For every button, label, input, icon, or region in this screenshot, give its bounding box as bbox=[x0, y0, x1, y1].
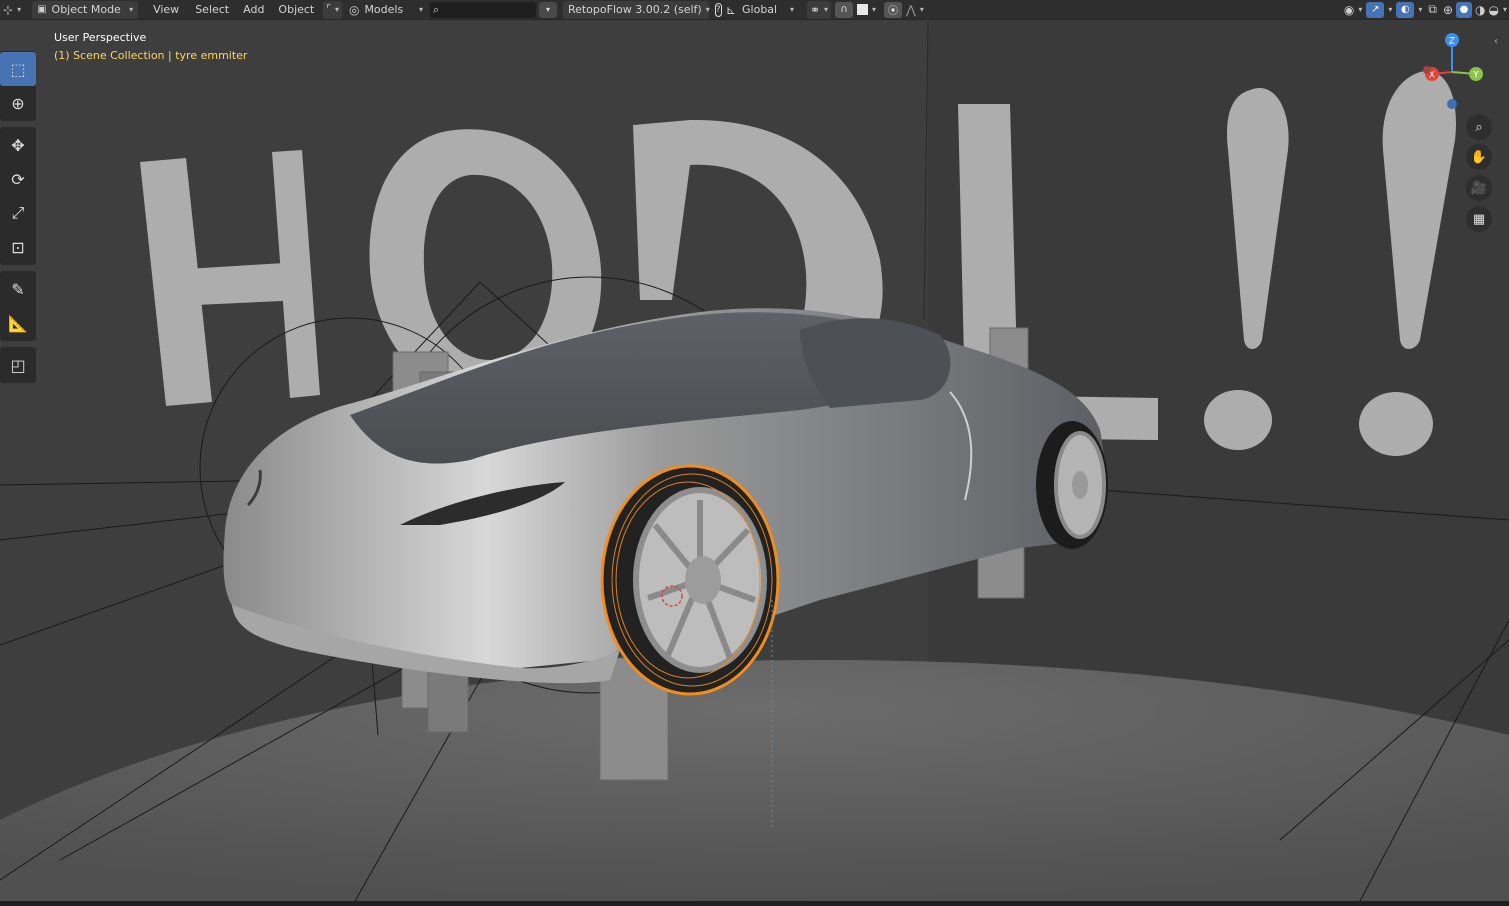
xray-icon: ⧉ bbox=[1428, 2, 1437, 16]
scale-tool[interactable]: ⤢ bbox=[0, 196, 36, 230]
tool-group-select: ⬚ ⊕ bbox=[0, 51, 36, 121]
tool-group-annotate: ✎ 📐 bbox=[0, 271, 36, 341]
tool-shelf: ⬚ ⊕ ✥ ⟳ ⤢ ⊡ ✎ 📐 ◰ bbox=[0, 51, 36, 389]
pivot-icon: ⚭ bbox=[809, 2, 821, 17]
overlays-icon: ◐ bbox=[1396, 1, 1415, 18]
overlays-dropdown[interactable]: ◐ ▾ bbox=[1394, 1, 1424, 19]
snap-toggle[interactable]: ∩ bbox=[833, 1, 855, 19]
orientation-label: Global bbox=[742, 3, 778, 16]
snap-corner-icon: ⌜ bbox=[326, 4, 331, 15]
move-arrows-icon: ✥ bbox=[11, 135, 25, 155]
pencil-icon: ✎ bbox=[11, 279, 25, 299]
visibility-dropdown[interactable]: ◉ ▾ bbox=[1342, 1, 1365, 19]
tool-group-transform: ✥ ⟳ ⤢ ⊡ bbox=[0, 127, 36, 265]
addon-dropdown[interactable]: RetopoFlow 3.00.2 (self) ▾ ? bbox=[562, 0, 722, 19]
gizmo-dropdown[interactable]: ↗ ▾ bbox=[1364, 1, 1394, 19]
blender-window: ⊹ ▾ ▣ Object Mode ▾ View Select Add Objec… bbox=[0, 0, 1509, 906]
pan-button[interactable]: ✋ bbox=[1466, 144, 1492, 170]
status-strip bbox=[0, 901, 1509, 906]
y-axis-label: Y bbox=[1472, 71, 1479, 81]
menu-view[interactable]: View bbox=[148, 1, 184, 19]
chevron-down-icon: ▾ bbox=[545, 5, 550, 14]
pivot-dropdown[interactable]: ⚭ ▾ bbox=[806, 0, 832, 19]
falloff-curve-icon: ⋀ bbox=[906, 2, 916, 17]
proportional-edit-toggle[interactable]: ⦿ bbox=[882, 1, 904, 19]
collection-dropdown[interactable]: ◎ Models ▾ bbox=[344, 1, 428, 19]
navigation-gizmo[interactable]: Z Y X bbox=[1412, 28, 1502, 118]
transform-icon: ⊡ bbox=[11, 237, 25, 257]
menu-select[interactable]: Select bbox=[190, 1, 234, 19]
magnet-icon: ∩ bbox=[835, 1, 854, 18]
search-dropdown-button[interactable]: ▾ bbox=[538, 1, 557, 18]
proportional-edit-icon: ⦿ bbox=[884, 1, 903, 18]
falloff-dropdown[interactable]: ⋀ ▾ bbox=[904, 1, 926, 19]
snap-target-icon bbox=[857, 4, 869, 15]
select-box-tool[interactable]: ⬚ bbox=[0, 52, 36, 86]
neg-y-axis-handle[interactable] bbox=[1423, 66, 1431, 74]
mode-dropdown[interactable]: ▣ Object Mode ▾ bbox=[32, 0, 139, 19]
perspective-toggle-button[interactable]: ▦ bbox=[1466, 206, 1492, 232]
scale-icon: ⤢ bbox=[11, 203, 25, 222]
gizmo-icon: ↗ bbox=[1366, 1, 1385, 18]
viewport-header: ⊹ ▾ ▣ Object Mode ▾ View Select Add Objec… bbox=[0, 0, 1509, 20]
solid-shading-icon[interactable]: ● bbox=[1456, 1, 1473, 18]
ruler-icon: 📐 bbox=[8, 313, 28, 333]
material-shading-icon[interactable]: ◑ bbox=[1475, 3, 1485, 17]
orientation-axes-icon: ⊾ bbox=[725, 2, 737, 17]
menu-object[interactable]: Object bbox=[273, 1, 319, 19]
menu-add[interactable]: Add bbox=[238, 1, 269, 19]
snap-target-dropdown[interactable]: ▾ bbox=[855, 1, 878, 19]
search-input[interactable]: ⌕ bbox=[429, 1, 536, 18]
camera-view-button[interactable]: 🎥 bbox=[1466, 175, 1492, 201]
transform-orientation-dropdown[interactable]: ⊾ Global ▾ bbox=[721, 1, 799, 19]
eye-icon: ◉ bbox=[1343, 2, 1355, 17]
add-shape-tool[interactable]: ◰ bbox=[0, 348, 36, 382]
select-cursor-icon: ⬚ bbox=[10, 59, 26, 79]
measure-tool[interactable]: 📐 bbox=[0, 306, 36, 340]
perspective-grid-icon: ▦ bbox=[1472, 211, 1486, 227]
add-cube-icon: ◰ bbox=[10, 355, 26, 375]
search-icon: ⌕ bbox=[432, 2, 440, 16]
snap-dropdown[interactable]: ⌜ ▾ bbox=[323, 0, 342, 19]
neg-z-axis-handle[interactable] bbox=[1447, 99, 1457, 109]
addon-label: RetopoFlow 3.00.2 (self) bbox=[567, 3, 702, 16]
camera-icon: 🎥 bbox=[1470, 180, 1488, 196]
3d-viewport[interactable]: ⬚ ⊕ ✥ ⟳ ⤢ ⊡ ✎ 📐 ◰ bbox=[0, 21, 1509, 901]
sidebar-expand-icon[interactable]: ‹ bbox=[1494, 36, 1498, 47]
rotate-tool[interactable]: ⟳ bbox=[0, 162, 36, 196]
editor-type-button[interactable]: ⊹ ▾ bbox=[0, 1, 26, 19]
xray-toggle[interactable]: ⧉ bbox=[1424, 1, 1441, 19]
pan-hand-icon: ✋ bbox=[1470, 149, 1488, 165]
zoom-icon: ⌕ bbox=[1475, 119, 1483, 135]
tool-group-add: ◰ bbox=[0, 347, 36, 383]
shading-modes: ⊕ ● ◑ ◒ ▾ bbox=[1442, 1, 1507, 18]
move-tool[interactable]: ✥ bbox=[0, 128, 36, 162]
object-mode-icon: ▣ bbox=[37, 4, 47, 15]
wireframe-shading-icon[interactable]: ⊕ bbox=[1443, 3, 1453, 17]
rendered-shading-icon[interactable]: ◒ bbox=[1489, 3, 1499, 17]
scene-render bbox=[0, 21, 1509, 901]
cursor-tool[interactable]: ⊕ bbox=[0, 86, 36, 120]
zoom-button[interactable]: ⌕ bbox=[1466, 114, 1492, 140]
annotate-tool[interactable]: ✎ bbox=[0, 272, 36, 306]
rotate-icon: ⟳ bbox=[11, 169, 25, 189]
z-axis-label: Z bbox=[1449, 37, 1455, 47]
transform-tool[interactable]: ⊡ bbox=[0, 230, 36, 264]
collection-path-label: (1) Scene Collection | tyre emmiter bbox=[54, 49, 248, 62]
globe-icon: ◎ bbox=[348, 2, 360, 17]
perspective-label: User Perspective bbox=[54, 31, 147, 44]
cursor-crosshair-icon: ⊕ bbox=[11, 93, 25, 113]
collection-label: Models bbox=[364, 3, 404, 16]
mode-label: Object Mode bbox=[51, 3, 121, 16]
editor-type-icon: ⊹ bbox=[3, 2, 14, 17]
